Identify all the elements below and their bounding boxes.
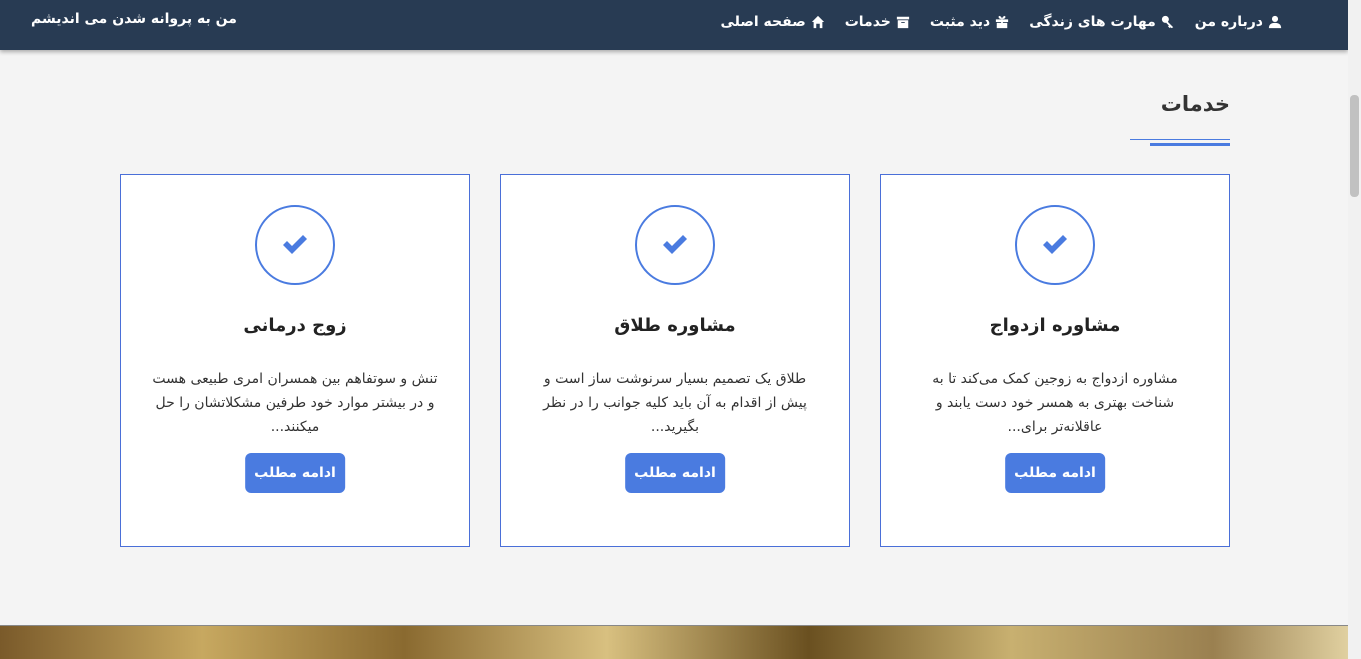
title-underline [1130,139,1230,140]
service-card-couple-therapy: زوج درمانی تنش و سوتفاهم بین همسران امری… [120,174,470,547]
card-title: زوج درمانی [243,315,347,336]
nav-item-services[interactable]: خدمات [845,14,910,30]
nav-item-life-skills[interactable]: مهارت های زندگی [1029,14,1175,30]
check-icon [1043,235,1067,254]
nav-item-about-me[interactable]: درباره من [1195,14,1282,30]
nav-item-label: درباره من [1194,14,1263,30]
nav-item-label: مهارت های زندگی [1029,14,1156,30]
nav-item-home[interactable]: صفحه اصلی [720,14,824,30]
banner-image [0,625,1348,659]
service-card-divorce-counseling: مشاوره طلاق طلاق یک تصمیم بسیار سرنوشت س… [500,174,850,547]
scrollbar-thumb[interactable] [1350,95,1359,197]
card-title: مشاوره ازدواج [989,315,1121,336]
card-text: تنش و سوتفاهم بین همسران امری طبیعی هست … [152,371,438,435]
check-circle [635,205,715,285]
read-more-button[interactable]: ادامه مطلب [245,453,345,493]
nav-item-label: دید مثبت [929,14,991,30]
nav-item-label: خدمات [844,14,891,30]
card-text: طلاق یک تصمیم بسیار سرنوشت ساز است و پیش… [543,371,807,435]
site-brand[interactable]: من به پروانه شدن می اندیشم [31,11,237,27]
nav-item-positive-view[interactable]: دید مثبت [930,14,1009,30]
nav-item-label: صفحه اصلی [720,14,806,30]
card-title: مشاوره طلاق [614,315,736,336]
service-card-marriage-counseling: مشاوره ازدواج مشاوره ازدواج به زوجین کمک… [880,174,1230,547]
top-navbar: من به پروانه شدن می اندیشم صفحه اصلی خدم… [0,0,1348,50]
archive-icon [896,16,910,29]
title-underline-accent [1150,143,1230,146]
check-circle [255,205,335,285]
gift-icon [996,15,1009,29]
main-nav: صفحه اصلی خدمات دید مثبت مهارت های زندگی… [720,14,1282,30]
user-icon [1268,15,1282,29]
section-title: خدمات [1160,92,1230,116]
check-circle [1015,205,1095,285]
card-text: مشاوره ازدواج به زوجین کمک می‌کند تا به … [932,371,1178,435]
key-icon [1161,15,1174,29]
home-icon [811,15,824,29]
check-icon [663,235,687,254]
page-scrollbar[interactable] [1348,0,1361,659]
check-icon [283,235,307,254]
read-more-button[interactable]: ادامه مطلب [625,453,725,493]
read-more-button[interactable]: ادامه مطلب [1005,453,1105,493]
